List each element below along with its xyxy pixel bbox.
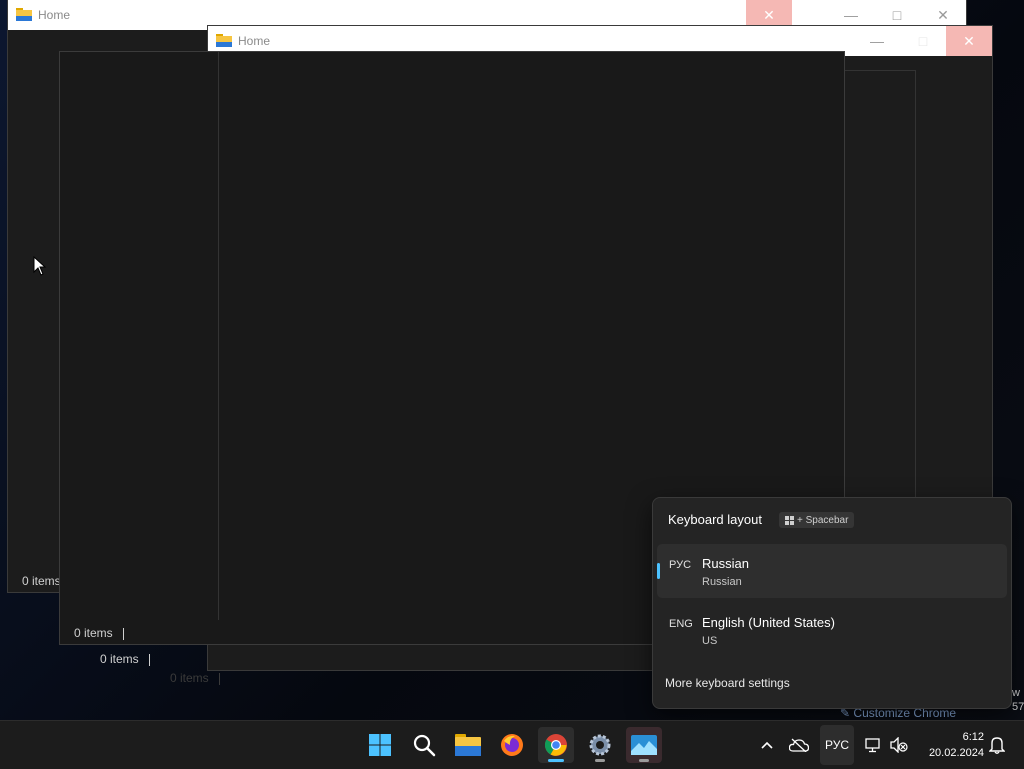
minimize-button[interactable]: — (854, 26, 900, 56)
bell-icon (989, 737, 1005, 754)
pane-frame (844, 70, 916, 512)
clock-date: 20.02.2024 (928, 747, 984, 759)
language-indicator: РУС (824, 738, 850, 752)
search-button[interactable] (406, 727, 442, 763)
keyboard-layout-flyout: Keyboard layout + Spacebar РУС Russian R… (652, 497, 1012, 709)
item-count: 0 items (100, 652, 139, 666)
running-indicator (639, 759, 649, 762)
edge-text-num: 57 (1012, 701, 1024, 713)
layout-name: English (United States) (702, 615, 835, 630)
clock[interactable]: 6:12 20.02.2024 (918, 729, 984, 761)
show-hidden-icons-button[interactable] (756, 721, 778, 769)
start-button[interactable] (362, 727, 398, 763)
volume-muted-icon (890, 737, 908, 753)
selection-indicator (657, 563, 660, 579)
network-button[interactable] (862, 721, 884, 769)
navigation-pane-divider[interactable] (218, 52, 219, 620)
item-count: 0 items (170, 671, 209, 685)
desktop: Home — □ ✕ 0 items ✕ Home — □ ✕ 0 items … (0, 0, 1024, 720)
photos-icon (631, 735, 657, 755)
status-bar: 0 items (22, 574, 61, 588)
window-title: Home (238, 34, 271, 48)
layout-item-english[interactable]: ENG English (United States) US (657, 603, 1007, 657)
search-icon (413, 734, 436, 757)
settings-icon (589, 734, 611, 756)
item-count: 0 items (22, 574, 61, 588)
input-language-button[interactable]: РУС (820, 725, 854, 765)
layout-name: Russian (702, 556, 749, 571)
notifications-button[interactable] (986, 721, 1008, 769)
mouse-cursor-icon (33, 256, 47, 276)
taskbar: РУС 6:12 20.02.2024 (0, 720, 1024, 769)
windows-key-icon (785, 515, 794, 525)
file-explorer-button[interactable] (450, 727, 486, 763)
clock-time: 6:12 (962, 731, 984, 743)
status-bar-ghost: 0 items (170, 671, 220, 685)
chevron-up-icon (761, 741, 773, 749)
layout-code: ENG (669, 618, 693, 630)
onedrive-button[interactable] (786, 721, 812, 769)
folder-icon (216, 34, 232, 47)
maximize-button[interactable]: □ (900, 26, 946, 56)
chrome-icon (544, 734, 567, 756)
edge-text: w 57 (1012, 686, 1024, 714)
status-bar-middle: 0 items (100, 652, 150, 666)
cloud-offline-icon (789, 738, 809, 752)
item-count: 0 items (74, 626, 113, 640)
settings-button[interactable] (582, 727, 618, 763)
running-indicator (548, 759, 564, 762)
edge-text-w: w (1012, 687, 1020, 699)
photos-button[interactable] (626, 727, 662, 763)
network-icon (865, 738, 880, 753)
flyout-title: Keyboard layout (668, 512, 762, 527)
firefox-icon (501, 734, 523, 756)
folder-icon (16, 8, 32, 21)
file-explorer-icon (455, 734, 481, 756)
more-keyboard-settings-link[interactable]: More keyboard settings (665, 676, 790, 690)
chrome-button[interactable] (538, 727, 574, 763)
firefox-button[interactable] (494, 727, 530, 763)
shortcut-text: + Spacebar (797, 514, 849, 526)
status-bar: 0 items (74, 626, 124, 640)
shortcut-hint: + Spacebar (779, 512, 855, 528)
close-button[interactable]: ✕ (946, 26, 992, 56)
window-title: Home (38, 8, 71, 22)
start-icon (369, 734, 391, 756)
layout-item-russian[interactable]: РУС Russian Russian (657, 544, 1007, 598)
running-indicator (595, 759, 605, 762)
volume-button[interactable] (888, 721, 910, 769)
layout-code: РУС (669, 559, 692, 571)
layout-variant: Russian (702, 576, 742, 588)
layout-variant: US (702, 635, 718, 647)
